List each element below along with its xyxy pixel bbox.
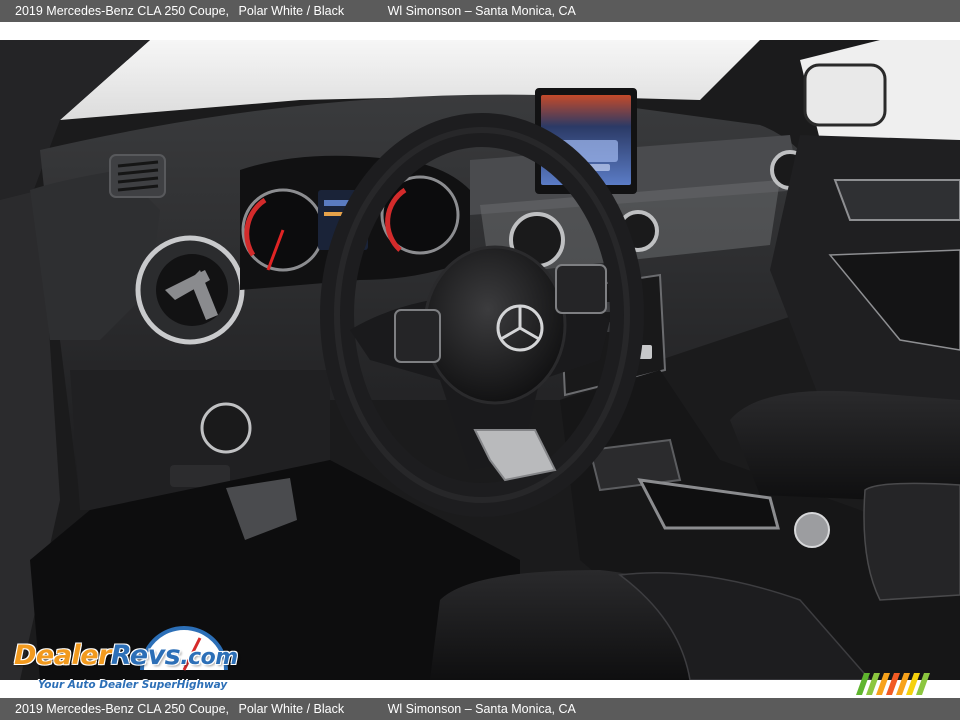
interior-photo — [0, 40, 960, 680]
round-air-vent-left — [135, 235, 245, 345]
armrest — [863, 482, 960, 601]
caption-dealer: Wl Simonson – Santa Monica, CA — [387, 4, 576, 18]
caption-colors-bottom: Polar White / Black — [238, 702, 345, 716]
dealerrevs-watermark: DealerRevs.com Your Auto Dealer SuperHig… — [12, 620, 272, 691]
steering-wheel-airbag — [423, 245, 567, 405]
caption-bar-bottom: 2019 Mercedes-Benz CLA 250 Coupe, Polar … — [0, 698, 960, 720]
control-knob — [794, 512, 830, 548]
watermark-tagline: Your Auto Dealer SuperHighway — [38, 679, 228, 691]
dealerrevs-logo-text: DealerRevs.com — [14, 640, 238, 671]
side-mirror — [803, 63, 887, 127]
watermark-brand-part2: Revs — [110, 640, 181, 671]
caption-bar-top: 2019 Mercedes-Benz CLA 250 Coupe, Polar … — [0, 0, 960, 22]
wheel-buttons-left — [394, 309, 441, 363]
wheel-buttons-right — [555, 264, 607, 314]
light-switch-knob — [200, 402, 252, 454]
door-handle — [833, 179, 960, 221]
caption-title-bottom: 2019 Mercedes-Benz CLA 250 Coupe, — [15, 702, 230, 716]
caption-dealer-bottom: Wl Simonson – Santa Monica, CA — [387, 702, 576, 716]
watermark-brand-part3: .com — [180, 645, 238, 670]
watermark-brand-part1: Dealer — [14, 640, 111, 671]
caption-title: 2019 Mercedes-Benz CLA 250 Coupe, — [15, 4, 230, 18]
caption-colors: Polar White / Black — [238, 4, 345, 18]
interior-illustration — [0, 40, 960, 680]
color-stripes-icon — [856, 673, 930, 695]
